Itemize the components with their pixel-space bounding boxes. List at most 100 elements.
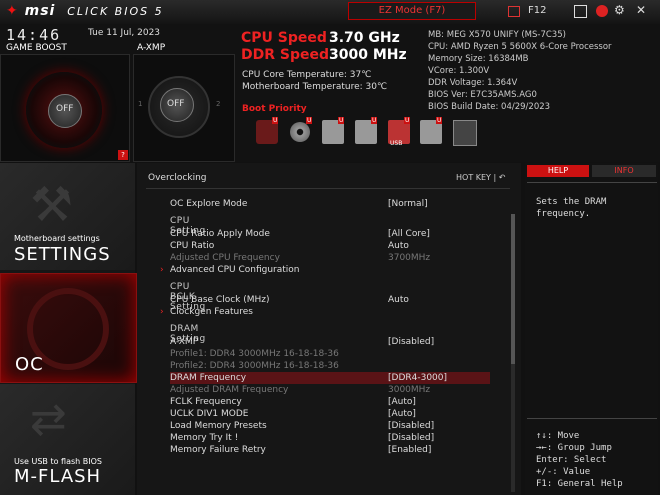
setting-value: [All Core] — [388, 229, 430, 239]
cpu-temp: CPU Core Temperature: 37℃ — [242, 70, 372, 80]
setting-row[interactable]: CPU Base Clock (MHz) Auto — [170, 294, 490, 306]
nav-oc-title: OC — [15, 354, 44, 375]
nav-oc[interactable]: OC — [0, 273, 137, 383]
ddr-speed-value: 3000 MHz — [329, 47, 407, 63]
nav-mflash[interactable]: ⇄ Use USB to flash BIOS M-FLASH — [0, 384, 135, 495]
setting-row: Profile2: DDR4 3000MHz 16-18-18-36 — [170, 360, 490, 372]
setting-value: 3000MHz — [388, 385, 431, 395]
search-icon[interactable] — [574, 5, 587, 18]
ddr-speed-label: DDR Speed — [241, 47, 330, 63]
setting-row[interactable]: Memory Failure Retry [Enabled] — [170, 444, 490, 456]
clock: 14:46 — [6, 26, 62, 44]
key-move: ↑↓: Move — [536, 431, 580, 441]
sysinfo-mb: MB: MEG X570 UNIFY (MS-7C35) — [428, 30, 566, 40]
setting-label: Adjusted DRAM Frequency — [170, 385, 289, 395]
setting-row[interactable]: UCLK DIV1 MODE [Auto] — [170, 408, 490, 420]
uefi-badge: U — [404, 117, 411, 124]
setting-value: 3700MHz — [388, 253, 431, 263]
language-icon[interactable] — [596, 5, 608, 17]
boot-priority-label: Boot Priority — [242, 104, 307, 114]
setting-label: OC Explore Mode — [170, 199, 248, 209]
ez-mode-button[interactable]: EZ Mode (F7) — [348, 2, 476, 20]
msi-logo: ✦ msi CLICK BIOS 5 — [6, 3, 164, 19]
setting-label: A-XMP — [170, 337, 199, 347]
uefi-badge: U — [436, 117, 443, 124]
setting-label: Load Memory Presets — [170, 421, 267, 431]
nav-settings-title: SETTINGS — [14, 244, 111, 265]
network-boot-icon[interactable] — [453, 120, 477, 146]
setting-label: FCLK Frequency — [170, 397, 242, 407]
setting-row[interactable]: › Clockgen Features — [160, 306, 490, 318]
axmp-state: OFF — [167, 99, 185, 109]
setting-row[interactable]: › Advanced CPU Configuration — [160, 264, 490, 276]
setting-row[interactable]: CPU Ratio Apply Mode [All Core] — [170, 228, 490, 240]
uefi-badge: U — [338, 117, 345, 124]
setting-value: [Enabled] — [388, 445, 432, 455]
axmp-profile-2: 2 — [216, 100, 221, 108]
divider — [527, 182, 657, 183]
setting-row[interactable]: DRAM Frequency [DDR4-3000] — [170, 372, 490, 384]
key-general-help: F1: General Help — [536, 479, 623, 489]
setting-value: Auto — [388, 295, 409, 305]
key-legend: ↑↓: Move →←: Group Jump Enter: Select +/… — [536, 430, 623, 490]
sysinfo-vcore: VCore: 1.300V — [428, 66, 490, 76]
scrollbar-thumb[interactable] — [511, 214, 515, 364]
breadcrumb: Overclocking — [148, 173, 207, 183]
setting-label: DRAM Frequency — [170, 373, 247, 383]
sysinfo-memory: Memory Size: 16384MB — [428, 54, 529, 64]
mb-temp: Motherboard Temperature: 30℃ — [242, 82, 388, 92]
game-boost-label: GAME BOOST — [6, 43, 67, 53]
nav-settings-subtitle: Motherboard settings — [14, 234, 100, 243]
setting-label: Memory Failure Retry — [170, 445, 266, 455]
setting-label: Clockgen Features — [170, 307, 253, 317]
usb-flash-icon: ⇄ — [30, 394, 67, 445]
sysinfo-cpu: CPU: AMD Ryzen 5 5600X 6-Core Processor — [428, 42, 612, 52]
divider — [527, 418, 657, 419]
tools-icon: ⚒ — [30, 177, 74, 233]
setting-row[interactable]: OC Explore Mode [Normal] — [170, 198, 490, 210]
setting-row: Profile1: DDR4 3000MHz 16-18-18-36 — [170, 348, 490, 360]
setting-label: CPU Base Clock (MHz) — [170, 295, 270, 305]
nav-settings[interactable]: ⚒ Motherboard settings SETTINGS — [0, 163, 135, 270]
key-value: +/-: Value — [536, 467, 591, 477]
setting-value: [Disabled] — [388, 337, 435, 347]
setting-value: [Auto] — [388, 397, 416, 407]
hotkey-button[interactable]: HOT KEY | ↶ — [456, 173, 505, 182]
setting-row[interactable]: Load Memory Presets [Disabled] — [170, 420, 490, 432]
cpu-speed-value: 3.70 GHz — [329, 30, 400, 46]
sysinfo-ddr-voltage: DDR Voltage: 1.364V — [428, 78, 518, 88]
setting-row[interactable]: CPU Ratio Auto — [170, 240, 490, 252]
tab-info[interactable]: INFO — [592, 165, 656, 177]
uefi-badge: U — [272, 117, 279, 124]
setting-value: [Disabled] — [388, 421, 435, 431]
setting-label: Profile2: DDR4 3000MHz 16-18-18-36 — [170, 361, 339, 371]
submenu-arrow-icon: › — [160, 265, 164, 275]
setting-label: Adjusted CPU Frequency — [170, 253, 280, 263]
optical-boot-icon[interactable] — [290, 122, 310, 142]
setting-row: Adjusted CPU Frequency 3700MHz — [170, 252, 490, 264]
close-icon[interactable]: ✕ — [636, 3, 650, 17]
setting-label: Advanced CPU Configuration — [170, 265, 300, 275]
setting-label: Profile1: DDR4 3000MHz 16-18-18-36 — [170, 349, 339, 359]
screenshot-icon[interactable] — [508, 6, 520, 17]
key-select: Enter: Select — [536, 455, 607, 465]
setting-row[interactable]: A-XMP [Disabled] — [170, 336, 490, 348]
tab-help[interactable]: HELP — [527, 165, 589, 177]
cpu-speed-label: CPU Speed — [241, 30, 327, 46]
axmp-profile-1: 1 — [138, 100, 143, 108]
setting-row[interactable]: FCLK Frequency [Auto] — [170, 396, 490, 408]
dragon-icon: ✦ — [6, 3, 19, 19]
setting-row[interactable]: Memory Try It ! [Disabled] — [170, 432, 490, 444]
setting-value: [DDR4-3000] — [388, 373, 448, 383]
uefi-badge: U — [306, 117, 313, 124]
setting-value: Auto — [388, 241, 409, 251]
axmp-label: A-XMP — [137, 43, 166, 53]
settings-icon[interactable]: ⚙ — [614, 3, 628, 17]
setting-label: Memory Try It ! — [170, 433, 239, 443]
sysinfo-bios-ver: BIOS Ver: E7C35AMS.AG0 — [428, 90, 537, 100]
nav-mflash-title: M-FLASH — [14, 466, 102, 487]
help-badge[interactable]: ? — [118, 150, 128, 160]
key-group-jump: →←: Group Jump — [536, 443, 612, 453]
system-info: MB: MEG X570 UNIFY (MS-7C35) CPU: AMD Ry… — [428, 29, 612, 113]
setting-label: CPU Ratio Apply Mode — [170, 229, 270, 239]
